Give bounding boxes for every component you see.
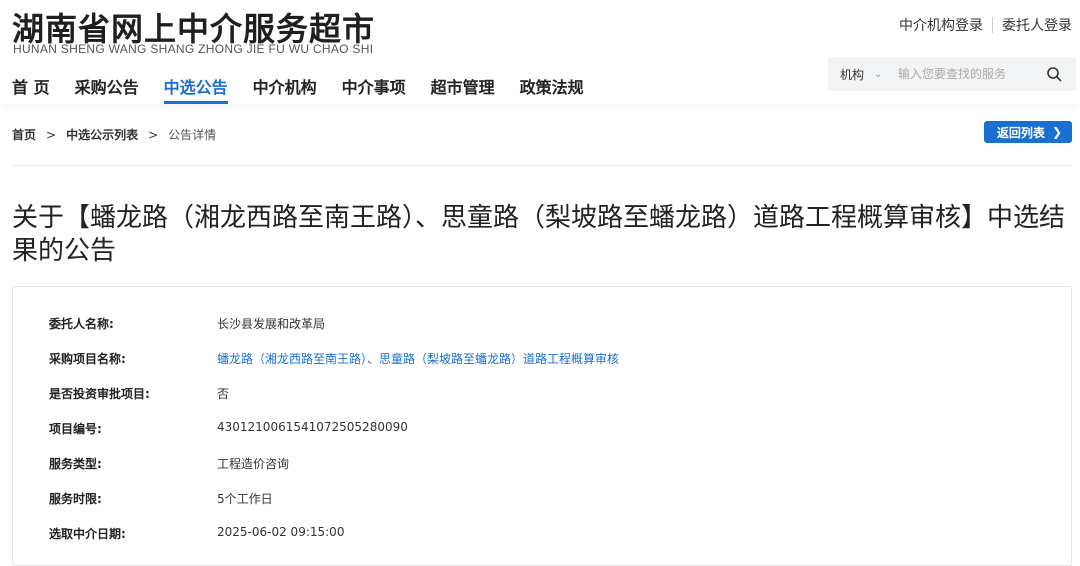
detail-row: 服务类型: 工程造价咨询 (49, 455, 289, 472)
nav-item-matters[interactable]: 中介事项 (342, 74, 406, 104)
detail-label: 是否投资审批项目: (49, 387, 150, 401)
project-name-link[interactable]: 蟠龙路（湘龙西路至南王路）、思童路（梨坡路至蟠龙路）道路工程概算审核 (217, 350, 619, 367)
detail-value: 430121006154107250528​0090 (217, 420, 408, 434)
nav-item-agencies[interactable]: 中介机构 (253, 74, 317, 104)
detail-row: 采购项目名称: 蟠龙路（湘龙西路至南王路）、思童路（梨坡路至蟠龙路）道路工程概算… (49, 350, 619, 367)
detail-label: 采购项目名称: (49, 352, 126, 366)
detail-row: 项目编号: 430121006154107250528​0090 (49, 420, 408, 437)
breadcrumb-list[interactable]: 中选公示列表 (66, 126, 138, 143)
chevron-right-icon: ❯ (1051, 125, 1062, 139)
top-links: 中介机构登录 委托人登录 (899, 15, 1072, 35)
search-box: 机构 ⌄ (828, 57, 1076, 91)
search-category-label: 机构 (840, 67, 865, 82)
detail-value: 5个工作日 (217, 492, 273, 506)
nav-item-procurement[interactable]: 采购公告 (75, 74, 139, 104)
detail-value: 2025-06-02 09:15:00 (217, 525, 345, 539)
detail-value: 否 (217, 387, 230, 401)
nav-item-management[interactable]: 超市管理 (431, 74, 495, 104)
detail-label: 服务类型: (49, 457, 102, 471)
detail-row: 服务时限: 5个工作日 (49, 490, 273, 507)
detail-label: 服务时限: (49, 492, 102, 506)
main-nav: 首 页 采购公告 中选公告 中介机构 中介事项 超市管理 政策法规 (12, 74, 609, 104)
detail-value: 工程造价咨询 (217, 457, 290, 471)
nav-item-home[interactable]: 首 页 (12, 74, 50, 104)
detail-row: 委托人名称: 长沙县发展和改革局 (49, 315, 325, 332)
site-header: 湖南省网上中介服务超市 HUNAN SHENG WANG SHANG ZHONG… (0, 0, 1080, 104)
detail-label: 选取中介日期: (49, 527, 126, 541)
detail-row: 是否投资审批项目: 否 (49, 385, 229, 402)
breadcrumb-home[interactable]: 首页 (12, 126, 36, 143)
site-subtitle: HUNAN SHENG WANG SHANG ZHONG JIE FU WU C… (13, 42, 374, 56)
client-login-link[interactable]: 委托人登录 (1002, 15, 1072, 35)
breadcrumb-separator: > (46, 127, 57, 142)
detail-label: 委托人名称: (49, 317, 114, 331)
detail-value: 长沙县发展和改革局 (217, 317, 326, 331)
nav-item-policies[interactable]: 政策法规 (520, 74, 584, 104)
agency-login-link[interactable]: 中介机构登录 (899, 15, 983, 35)
nav-item-selection-notice[interactable]: 中选公告 (163, 74, 228, 104)
detail-card: 委托人名称: 长沙县发展和改革局 采购项目名称: 蟠龙路（湘龙西路至南王路）、思… (12, 286, 1072, 566)
divider (992, 17, 993, 33)
breadcrumb: 首页 > 中选公示列表 > 公告详情 (12, 126, 216, 143)
breadcrumb-current: 公告详情 (168, 128, 217, 142)
notice-title: 关于【蟠龙路（湘龙西路至南王路）、思童路（梨坡路至蟠龙路）道路工程概算审核】中选… (12, 203, 1066, 266)
search-input[interactable] (898, 67, 1033, 81)
search-icon[interactable] (1046, 66, 1062, 82)
chevron-down-icon: ⌄ (874, 68, 883, 80)
breadcrumb-bar: 首页 > 中选公示列表 > 公告详情 返回列表 ❯ (12, 118, 1072, 166)
back-to-list-button[interactable]: 返回列表 ❯ (983, 121, 1072, 143)
detail-label: 项目编号: (49, 422, 102, 436)
breadcrumb-separator: > (148, 127, 159, 142)
search-category-select[interactable]: 机构 ⌄ (828, 66, 898, 83)
detail-row: 选取中介日期: 2025-06-02 09:15:00 (49, 525, 344, 542)
back-to-list-label: 返回列表 (996, 125, 1045, 140)
